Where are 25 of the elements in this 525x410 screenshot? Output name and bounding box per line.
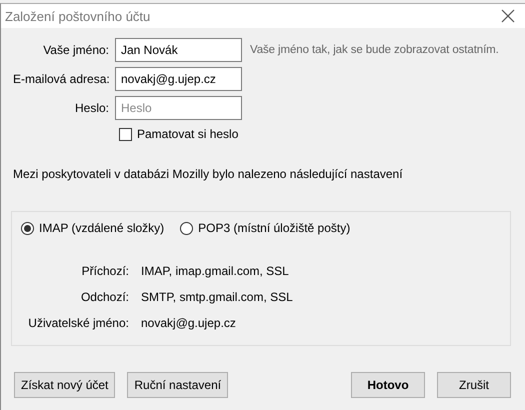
action-button[interactable]: Získat nový účet — [14, 372, 116, 398]
field-label: E-mailová adresa: — [13, 72, 109, 86]
checkbox-label[interactable]: Pamatovat si heslo — [137, 127, 238, 141]
setting-value: IMAP, imap.gmail.com, SSL — [141, 264, 290, 278]
setting-value: SMTP, smtp.gmail.com, SSL — [141, 290, 294, 304]
radio-label[interactable]: IMAP (vzdálené složky) — [39, 221, 164, 235]
input-field[interactable]: Jan Novák — [115, 38, 242, 62]
default-button[interactable]: Hotovo — [351, 372, 425, 398]
field-hint: Vaše jméno tak, jak se bude zobrazovat ostatním. — [249, 44, 500, 56]
setting-value: novakj@g.ujep.cz — [141, 316, 237, 330]
radio-button[interactable] — [180, 222, 194, 234]
radio-label[interactable]: POP3 (místní úložiště pošty) — [198, 221, 350, 235]
setting-label: Uživatelské jméno: — [27, 316, 129, 330]
input-field[interactable]: novakj@g.ujep.cz — [115, 67, 242, 91]
field-label: Heslo: — [74, 101, 109, 115]
setting-label: Odchozí: — [80, 290, 129, 304]
info-text: Mezi poskytovateli v databázi Mozilly bylo nalezeno následující nastavení — [13, 167, 404, 181]
dialog-button[interactable]: Zrušit — [437, 372, 511, 398]
action-button[interactable]: Ruční nastavení — [127, 372, 228, 398]
radio-button[interactable] — [21, 222, 34, 234]
setting-label: Příchozí: — [80, 264, 129, 278]
field-label: Vaše jméno: — [42, 43, 109, 57]
window-title: Založení poštovního účtu — [5, 8, 150, 24]
checkbox[interactable] — [119, 128, 132, 140]
input-field[interactable]: Heslo — [115, 96, 242, 120]
